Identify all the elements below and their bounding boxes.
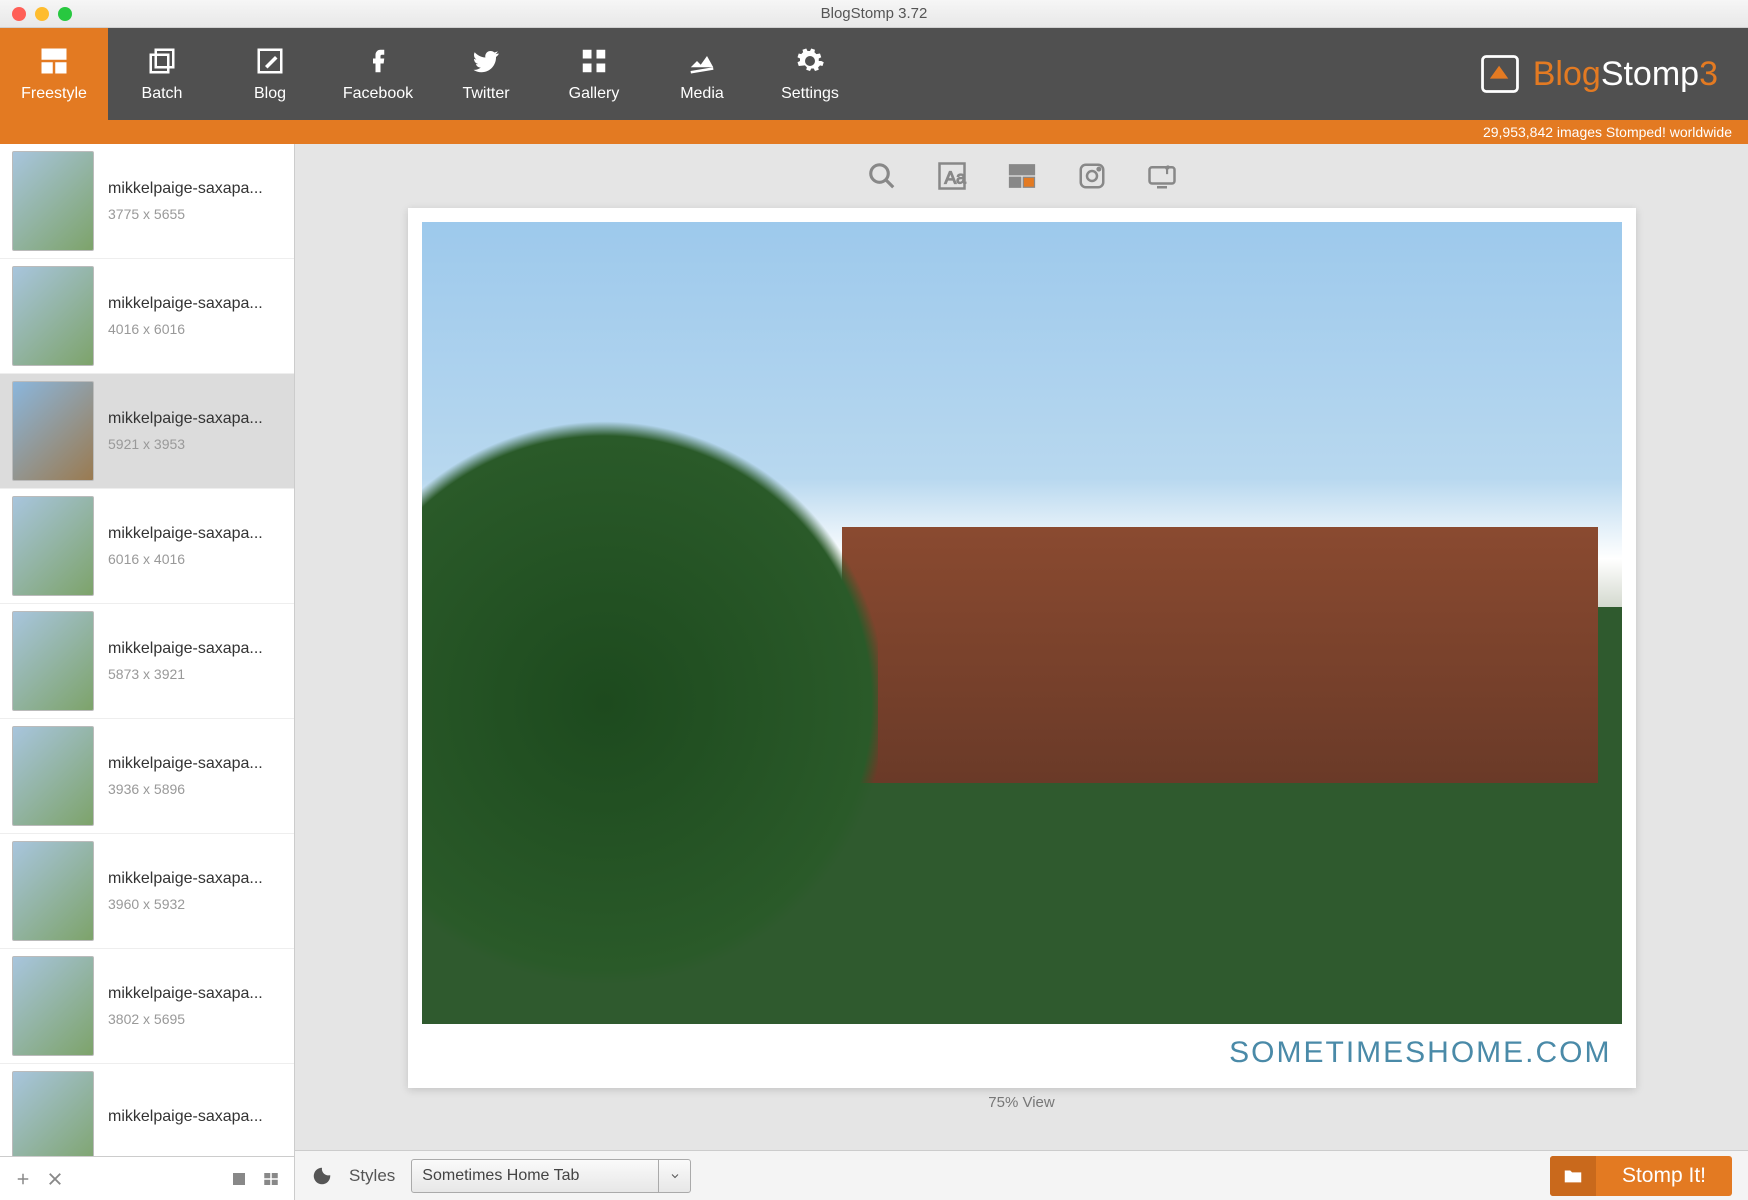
styles-label: Styles	[349, 1166, 395, 1186]
blog-icon	[254, 45, 286, 77]
thumbnail-image	[12, 1071, 94, 1156]
thumbnail-dimensions: 5921 x 3953	[108, 436, 263, 452]
style-selected-value: Sometimes Home Tab	[422, 1167, 579, 1185]
add-images-button[interactable]	[12, 1168, 34, 1190]
thumbnail-filename: mikkelpaige-saxapa...	[108, 410, 263, 428]
layout-tool[interactable]	[1005, 159, 1039, 193]
thumbnail-dimensions: 4016 x 6016	[108, 321, 263, 337]
stomp-it-button[interactable]: Stomp It!	[1550, 1156, 1732, 1196]
thumbnail-image	[12, 841, 94, 941]
main-panel: Aa f SOMETIMESHOME.COM 75% View Styles S…	[295, 144, 1748, 1200]
tab-twitter[interactable]: Twitter	[432, 28, 540, 120]
zoom-percentage-label: 75% View	[988, 1094, 1054, 1111]
batch-icon	[146, 45, 178, 77]
thumbnail-row[interactable]: mikkelpaige-saxapa...	[0, 1064, 294, 1156]
watermark-text: SOMETIMESHOME.COM	[422, 1024, 1622, 1074]
stomp-button-label: Stomp It!	[1596, 1164, 1732, 1188]
gear-icon	[794, 45, 826, 77]
tab-gallery[interactable]: Gallery	[540, 28, 648, 120]
preview-toolbar: Aa f	[295, 144, 1748, 208]
thumbnail-row[interactable]: mikkelpaige-saxapa... 5921 x 3953	[0, 374, 294, 489]
thumbnail-image	[12, 151, 94, 251]
tab-blog[interactable]: Blog	[216, 28, 324, 120]
tab-label: Gallery	[569, 85, 620, 103]
tab-label: Freestyle	[21, 85, 87, 103]
thumbnail-filename: mikkelpaige-saxapa...	[108, 755, 263, 773]
thumbnail-image	[12, 496, 94, 596]
thumbnail-sidebar: mikkelpaige-saxapa... 3775 x 5655 mikkel…	[0, 144, 295, 1200]
tab-label: Blog	[254, 85, 286, 103]
tab-batch[interactable]: Batch	[108, 28, 216, 120]
thumbnail-filename: mikkelpaige-saxapa...	[108, 870, 263, 888]
thumbnail-dimensions: 3802 x 5695	[108, 1011, 263, 1027]
thumbnail-filename: mikkelpaige-saxapa...	[108, 1108, 263, 1126]
main-toolbar: Freestyle Batch Blog Facebook Twitter Ga…	[0, 28, 1748, 120]
thumbnail-filename: mikkelpaige-saxapa...	[108, 295, 263, 313]
freestyle-icon	[38, 45, 70, 77]
tab-label: Facebook	[343, 85, 413, 103]
tab-label: Settings	[781, 85, 839, 103]
close-window-icon[interactable]	[12, 7, 26, 21]
thumbnail-row[interactable]: mikkelpaige-saxapa... 3775 x 5655	[0, 144, 294, 259]
thumbnail-list[interactable]: mikkelpaige-saxapa... 3775 x 5655 mikkel…	[0, 144, 294, 1156]
thumbnail-image	[12, 726, 94, 826]
svg-text:f: f	[1165, 166, 1168, 177]
bottom-bar: Styles Sometimes Home Tab Stomp It!	[295, 1150, 1748, 1200]
style-dropdown[interactable]: Sometimes Home Tab	[411, 1159, 691, 1193]
tab-label: Media	[680, 85, 724, 103]
thumbnail-row[interactable]: mikkelpaige-saxapa... 3936 x 5896	[0, 719, 294, 834]
thumbnail-filename: mikkelpaige-saxapa...	[108, 525, 263, 543]
text-tool[interactable]: Aa	[935, 159, 969, 193]
twitter-icon	[470, 45, 502, 77]
thumbnail-image	[12, 611, 94, 711]
app-brand-logo: BlogStomp3	[1477, 28, 1748, 120]
tab-settings[interactable]: Settings	[756, 28, 864, 120]
stats-strip: 29,953,842 images Stomped! worldwide	[0, 120, 1748, 144]
thumbnail-row[interactable]: mikkelpaige-saxapa... 3802 x 5695	[0, 949, 294, 1064]
thumbnail-row[interactable]: mikkelpaige-saxapa... 5873 x 3921	[0, 604, 294, 719]
folder-icon[interactable]	[1550, 1156, 1596, 1196]
tab-freestyle[interactable]: Freestyle	[0, 28, 108, 120]
thumbnail-image	[12, 381, 94, 481]
remove-images-button[interactable]	[44, 1168, 66, 1190]
thumbnail-dimensions: 5873 x 3921	[108, 666, 263, 682]
zoom-tool[interactable]	[865, 159, 899, 193]
thumbnail-filename: mikkelpaige-saxapa...	[108, 640, 263, 658]
preview-canvas[interactable]: SOMETIMESHOME.COM	[408, 208, 1636, 1088]
thumbnail-image	[12, 956, 94, 1056]
instagram-tool[interactable]	[1075, 159, 1109, 193]
thumbnail-dimensions: 3960 x 5932	[108, 896, 263, 912]
sidebar-footer	[0, 1156, 294, 1200]
media-icon	[686, 45, 718, 77]
thumbnail-row[interactable]: mikkelpaige-saxapa... 6016 x 4016	[0, 489, 294, 604]
tab-label: Batch	[142, 85, 183, 103]
thumbnail-dimensions: 6016 x 4016	[108, 551, 263, 567]
window-title: BlogStomp 3.72	[0, 5, 1748, 22]
brand-glyph-icon	[1477, 51, 1523, 97]
thumbnail-dimensions: 3936 x 5896	[108, 781, 263, 797]
thumbnail-row[interactable]: mikkelpaige-saxapa... 3960 x 5932	[0, 834, 294, 949]
chevron-down-icon	[658, 1160, 690, 1192]
thumbnail-dimensions: 3775 x 5655	[108, 206, 263, 222]
thumbnail-filename: mikkelpaige-saxapa...	[108, 180, 263, 198]
share-screen-tool[interactable]: f	[1145, 159, 1179, 193]
thumbnail-image	[12, 266, 94, 366]
tab-label: Twitter	[462, 85, 509, 103]
window-titlebar: BlogStomp 3.72	[0, 0, 1748, 28]
preview-image	[422, 222, 1622, 1024]
zoom-window-icon[interactable]	[58, 7, 72, 21]
tab-media[interactable]: Media	[648, 28, 756, 120]
thumbnail-filename: mikkelpaige-saxapa...	[108, 985, 263, 1003]
tab-facebook[interactable]: Facebook	[324, 28, 432, 120]
thumbnail-row[interactable]: mikkelpaige-saxapa... 4016 x 6016	[0, 259, 294, 374]
facebook-icon	[362, 45, 394, 77]
dark-mode-toggle[interactable]	[311, 1165, 333, 1187]
gallery-icon	[578, 45, 610, 77]
view-list-button[interactable]	[260, 1168, 282, 1190]
svg-text:Aa: Aa	[944, 168, 966, 188]
minimize-window-icon[interactable]	[35, 7, 49, 21]
view-grid-button[interactable]	[228, 1168, 250, 1190]
